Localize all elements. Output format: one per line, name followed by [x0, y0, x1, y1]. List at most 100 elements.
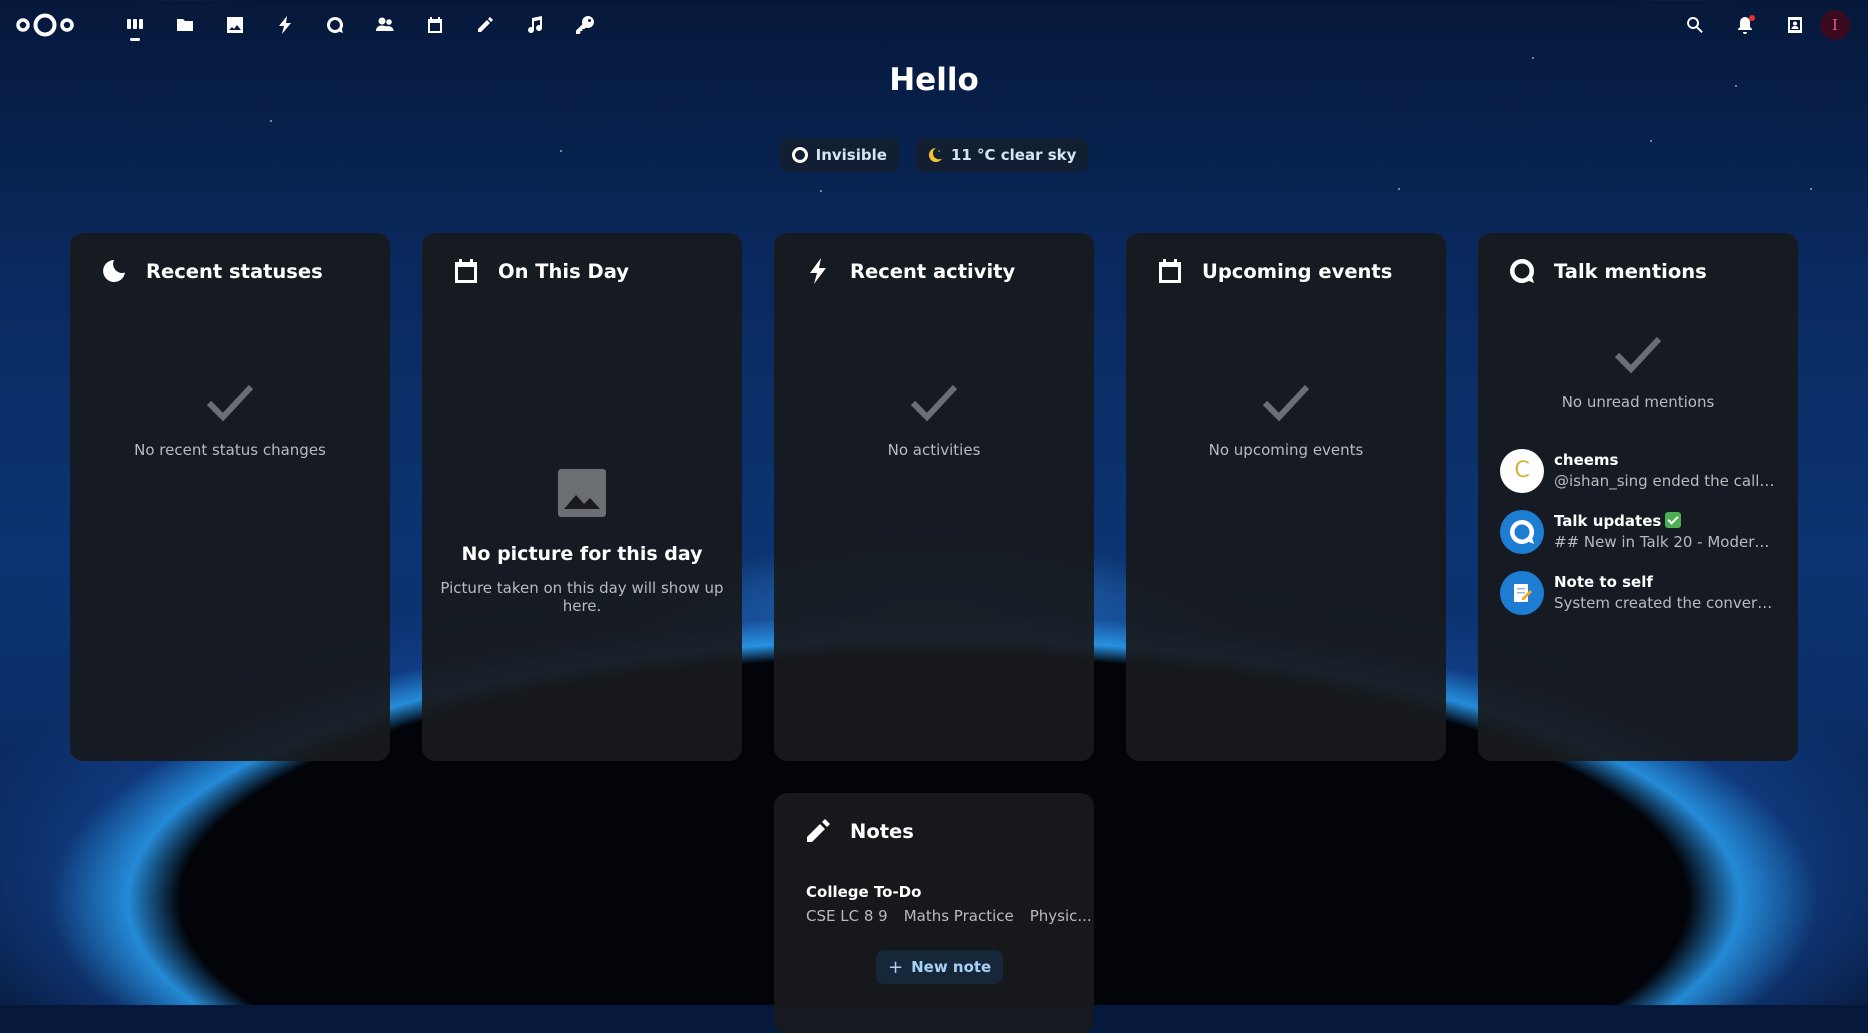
- conversation-name-row: Talk updates: [1554, 512, 1776, 530]
- panel-title: Notes: [850, 819, 914, 843]
- pencil-icon: [807, 819, 830, 842]
- music-icon: [528, 16, 543, 34]
- panel-notes: Notes College To-Do CSE LC 8 9 Maths Pra…: [774, 793, 1094, 1033]
- image-placeholder-icon: [558, 469, 606, 517]
- nav-files[interactable]: [160, 0, 210, 50]
- folder-icon: [177, 19, 193, 31]
- panel-title: Recent statuses: [146, 259, 323, 283]
- new-note-label: New note: [911, 958, 992, 976]
- check-icon: [206, 384, 254, 422]
- weather-label: 11 °C clear sky: [950, 146, 1077, 164]
- moon-icon: [103, 260, 125, 282]
- note-line: Maths Practice: [903, 907, 1014, 925]
- status-row: Invisible 11 °C clear sky: [0, 138, 1868, 172]
- empty-heading: No picture for this day: [461, 543, 703, 565]
- contacts-menu-icon: [1788, 17, 1802, 33]
- new-note-button[interactable]: + New note: [876, 950, 1004, 984]
- nav-talk[interactable]: [310, 0, 360, 50]
- notification-badge: [1749, 15, 1755, 21]
- search-icon: [1687, 17, 1703, 33]
- conversation-name: cheems: [1554, 451, 1619, 469]
- nav-contacts[interactable]: [360, 0, 410, 50]
- contacts-icon: [376, 17, 394, 31]
- key-icon: [576, 15, 594, 34]
- user-status-button[interactable]: Invisible: [779, 138, 899, 172]
- panel-header: Recent activity: [804, 257, 1015, 285]
- note-item[interactable]: College To-Do CSE LC 8 9 Maths Practice …: [806, 883, 1092, 925]
- nav-passwords[interactable]: [560, 0, 610, 50]
- check-icon: [1262, 384, 1310, 422]
- note-line: CSE LC 8 9: [806, 907, 888, 925]
- check-icon: [910, 384, 958, 422]
- nav-photos[interactable]: [210, 0, 260, 50]
- mentions-list: C cheems @ishan_sing ended the call wi..…: [1500, 440, 1776, 623]
- note-title: College To-Do: [806, 883, 922, 901]
- list-item[interactable]: C cheems @ishan_sing ended the call wi..…: [1500, 440, 1776, 501]
- status-label: Invisible: [815, 146, 887, 164]
- panel-title: Talk mentions: [1554, 259, 1707, 283]
- lightning-icon: [810, 258, 826, 284]
- moon-icon: [928, 147, 942, 162]
- image-icon: [227, 17, 243, 33]
- avatar: [1500, 509, 1544, 554]
- contacts-menu-button[interactable]: [1770, 0, 1820, 50]
- check-icon: [1614, 336, 1662, 374]
- calendar-icon: [455, 259, 477, 283]
- nextcloud-logo[interactable]: [14, 11, 76, 39]
- conversation-subline: @ishan_sing ended the call wi...: [1554, 472, 1776, 490]
- panel-header: Talk mentions: [1508, 257, 1707, 285]
- empty-text: Picture taken on this day will show up h…: [440, 579, 724, 615]
- conversation-subline: System created the conversation: [1554, 594, 1776, 612]
- nav-activity[interactable]: [260, 0, 310, 50]
- empty-state: No upcoming events: [1126, 383, 1446, 459]
- panel-talk-mentions: Talk mentions No unread mentions C cheem…: [1478, 233, 1798, 761]
- conversation-name: Talk updates: [1554, 512, 1662, 530]
- panel-title: Recent activity: [850, 259, 1016, 283]
- empty-text: No recent status changes: [134, 441, 326, 459]
- calendar-icon: [428, 17, 442, 33]
- list-item[interactable]: Note to self System created the conversa…: [1500, 562, 1776, 623]
- header-right-menu: I: [1670, 0, 1868, 50]
- unified-search-button[interactable]: [1670, 0, 1720, 50]
- pencil-icon: [478, 17, 493, 32]
- greeting-title: Hello: [889, 62, 979, 98]
- talk-icon: [1510, 519, 1535, 544]
- empty-state: No activities: [774, 383, 1094, 459]
- lightning-icon: [279, 16, 291, 34]
- note-line: Physic...: [1029, 907, 1092, 925]
- avatar: C: [1500, 448, 1544, 493]
- panel-header: On This Day: [452, 257, 629, 285]
- avatar: [1500, 570, 1544, 615]
- dashboard-icon: [127, 19, 143, 29]
- status-invisible-icon: [791, 147, 808, 163]
- talk-icon: [1510, 258, 1535, 283]
- conversation-subline: ## New in Talk 20 - Moderator...: [1554, 533, 1776, 551]
- empty-text: No activities: [887, 441, 981, 459]
- check-mark-icon: [1665, 512, 1682, 528]
- calendar-icon: [1159, 259, 1181, 283]
- nav-notes[interactable]: [460, 0, 510, 50]
- empty-text: No upcoming events: [1208, 441, 1364, 459]
- user-avatar[interactable]: I: [1820, 10, 1850, 40]
- conversation-name: Note to self: [1554, 573, 1653, 591]
- nav-calendar[interactable]: [410, 0, 460, 50]
- empty-state: No unread mentions: [1478, 335, 1798, 411]
- notifications-button[interactable]: [1720, 0, 1770, 50]
- panel-recent-statuses: Recent statuses No recent status changes: [70, 233, 390, 761]
- panel-on-this-day: On This Day No picture for this day Pict…: [422, 233, 742, 761]
- empty-state: No picture for this day Picture taken on…: [422, 469, 742, 615]
- nav-music[interactable]: [510, 0, 560, 50]
- weather-status-button[interactable]: 11 °C clear sky: [914, 138, 1089, 172]
- panel-title: On This Day: [498, 259, 629, 283]
- note-preview: CSE LC 8 9 Maths Practice Physic...: [806, 907, 1092, 925]
- panel-header: Notes: [804, 817, 914, 845]
- panel-upcoming-events: Upcoming events No upcoming events: [1126, 233, 1446, 761]
- plus-icon: +: [888, 956, 904, 978]
- memo-icon: [1514, 583, 1532, 602]
- empty-text: No unread mentions: [1561, 393, 1715, 411]
- panel-header: Upcoming events: [1156, 257, 1392, 285]
- empty-state: No recent status changes: [70, 383, 390, 459]
- nav-dashboard[interactable]: [110, 0, 160, 50]
- talk-icon: [326, 16, 343, 33]
- list-item[interactable]: Talk updates ## New in Talk 20 - Moderat…: [1500, 501, 1776, 562]
